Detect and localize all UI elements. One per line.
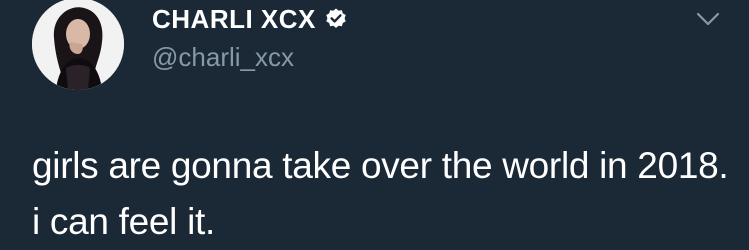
user-handle[interactable]: @charli_xcx — [152, 42, 294, 73]
display-name[interactable]: CHARLI XCX — [152, 4, 316, 35]
profile-photo-icon — [32, 0, 124, 90]
chevron-down-icon[interactable] — [694, 8, 722, 30]
avatar[interactable] — [32, 0, 124, 90]
verified-badge-icon — [326, 8, 346, 28]
tweet-card: CHARLI XCX @charli_xcx girls are gonna t… — [0, 0, 749, 249]
author-name-row: CHARLI XCX — [152, 4, 348, 34]
tweet-text: girls are gonna take over the world in 2… — [32, 145, 729, 242]
